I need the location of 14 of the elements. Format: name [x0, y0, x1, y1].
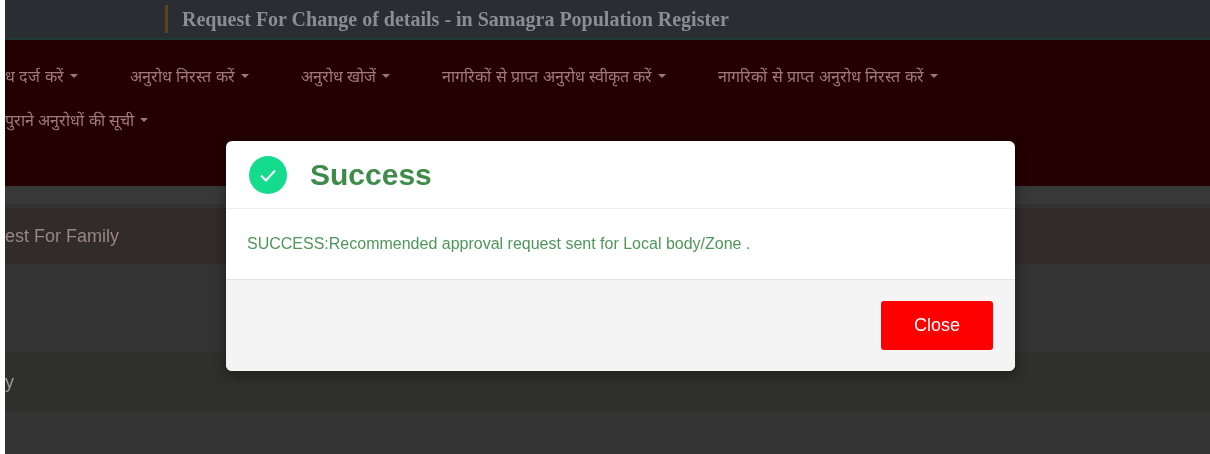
close-button[interactable]: Close [881, 301, 993, 350]
dialog-message: SUCCESS:Recommended approval request sent for Local body/Zone . [247, 235, 751, 253]
nav-menu-item[interactable]: नागरिकों से प्राप्त अनुरोध निरस्त करें [692, 54, 964, 98]
nav-menu-item[interactable]: अनुरोध निरस्त करें [103, 54, 275, 98]
nav-menu-item[interactable]: ध दर्ज करें [5, 54, 104, 98]
check-circle-icon [248, 154, 288, 195]
nav-menu-item[interactable]: अनुरोध खोजें [274, 54, 417, 98]
page-title: Request For Change of details - in Samagra Population Register [182, 7, 729, 31]
nav-menu-item[interactable]: नागरिकों से प्राप्त अनुरोध स्वीकृत करें [416, 54, 693, 98]
panel-text: y [5, 371, 14, 393]
nav-menu-item[interactable]: पुराने अनुरोधों की सूची [5, 98, 1210, 142]
dialog-title: Success [310, 157, 432, 192]
panel-text: est For Family [5, 225, 119, 247]
header-accent-bar [165, 5, 168, 33]
